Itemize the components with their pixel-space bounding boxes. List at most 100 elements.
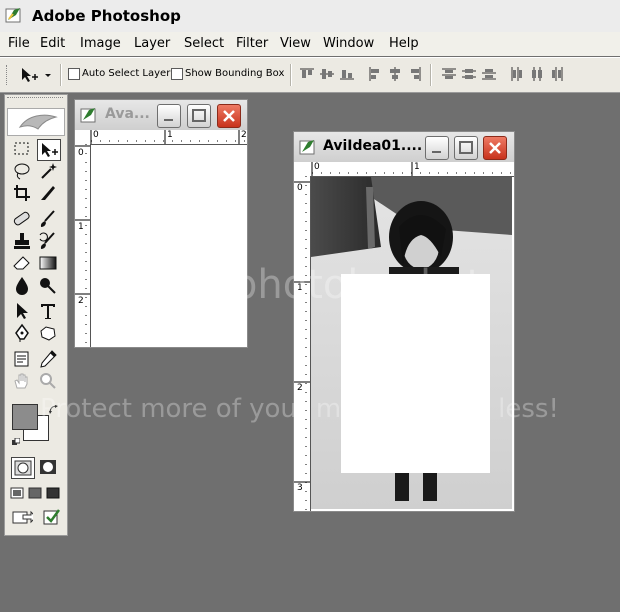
tools-panel [4, 94, 68, 536]
options-separator [290, 64, 292, 86]
lasso-icon[interactable] [11, 161, 33, 181]
menu-select[interactable]: Select [184, 36, 224, 51]
eraser-icon[interactable] [11, 253, 33, 273]
menu-edit[interactable]: Edit [40, 36, 65, 51]
photoshop-doc-icon [299, 138, 317, 156]
zoom-icon[interactable] [37, 371, 59, 391]
healing-brush-icon[interactable] [11, 209, 33, 229]
history-brush-icon[interactable] [37, 231, 59, 251]
options-separator [60, 64, 62, 86]
type-tool-icon[interactable] [37, 301, 59, 321]
full-screen-menu-mode-icon[interactable] [27, 483, 43, 503]
brush-icon[interactable] [37, 209, 59, 229]
dodge-icon[interactable] [37, 275, 59, 295]
check-icon[interactable] [41, 507, 63, 527]
hand-icon[interactable] [11, 371, 33, 391]
ruler-label: 1 [297, 283, 303, 293]
align-right-icon[interactable] [408, 67, 422, 81]
swap-colors-icon[interactable] [49, 404, 59, 414]
pen-icon[interactable] [11, 323, 33, 343]
distribute-right-icon[interactable] [550, 67, 564, 81]
auto-select-layer-label: Auto Select Layer [82, 68, 171, 79]
vertical-ruler: 0 1 2 [75, 144, 91, 347]
align-top-icon[interactable] [300, 67, 314, 81]
ruler-label: 0 [93, 130, 99, 140]
jump-to-imageready-icon[interactable] [11, 507, 37, 527]
blur-icon[interactable] [11, 275, 33, 295]
document-title-bar[interactable]: Ava... [75, 100, 247, 130]
app-title-bar: Adobe Photoshop [0, 0, 620, 33]
path-selection-icon[interactable] [11, 301, 33, 321]
menu-bar: File Edit Image Layer Select Filter View… [0, 32, 620, 56]
magic-wand-icon[interactable] [37, 161, 59, 181]
photoshop-app-icon [5, 6, 23, 24]
move-tool-icon[interactable] [37, 139, 61, 161]
menu-file[interactable]: File [8, 36, 30, 51]
rectangular-marquee-icon[interactable] [11, 139, 33, 159]
ruler-label: 0 [78, 148, 84, 158]
maximize-button[interactable] [454, 136, 478, 160]
show-bounding-box-label: Show Bounding Box [185, 68, 285, 79]
clone-stamp-icon[interactable] [11, 231, 33, 251]
ruler-label: 1 [167, 130, 173, 140]
document-window-main: AviIdea01.... 0 1 0 1 2 3 [293, 131, 515, 512]
document-title: Ava... [105, 106, 150, 122]
document-canvas[interactable] [91, 145, 245, 345]
menu-layer[interactable]: Layer [134, 36, 170, 51]
notes-icon[interactable] [11, 349, 33, 369]
eyedropper-icon[interactable] [37, 349, 59, 369]
standard-screen-mode-icon[interactable] [9, 483, 25, 503]
distribute-vertical-center-icon[interactable] [462, 67, 476, 81]
maximize-button[interactable] [187, 104, 211, 128]
move-tool-preset-icon[interactable] [18, 65, 54, 85]
document-window-small: Ava... 0 1 2 0 1 2 [74, 99, 248, 348]
minimize-button[interactable] [157, 104, 181, 128]
close-button[interactable] [483, 136, 507, 160]
default-colors-icon[interactable] [12, 435, 21, 445]
minimize-button[interactable] [425, 136, 449, 160]
ruler-label: 2 [297, 383, 303, 393]
distribute-bottom-icon[interactable] [482, 67, 496, 81]
foreground-color-swatch[interactable] [12, 404, 38, 430]
distribute-top-icon[interactable] [442, 67, 456, 81]
menu-window[interactable]: Window [323, 36, 374, 51]
tools-panel-grip[interactable] [7, 97, 63, 102]
crop-icon[interactable] [11, 183, 33, 203]
ruler-label: 0 [297, 183, 303, 193]
ruler-label: 0 [314, 162, 320, 172]
horizontal-ruler: 0 1 [294, 162, 514, 177]
auto-select-layer-checkbox[interactable] [68, 68, 80, 80]
close-button[interactable] [217, 104, 241, 128]
menu-view[interactable]: View [280, 36, 311, 51]
menu-help[interactable]: Help [389, 36, 419, 51]
custom-shape-icon[interactable] [37, 323, 59, 343]
gradient-icon[interactable] [37, 253, 59, 273]
distribute-horizontal-center-icon[interactable] [530, 67, 544, 81]
adobe-online-icon[interactable] [7, 108, 65, 136]
full-screen-mode-icon[interactable] [45, 483, 61, 503]
show-bounding-box-checkbox[interactable] [171, 68, 183, 80]
options-grip[interactable] [6, 65, 11, 85]
ruler-label: 1 [78, 222, 84, 232]
ruler-label: 3 [297, 483, 303, 493]
standard-mode-icon[interactable] [11, 457, 35, 479]
ruler-label: 2 [241, 130, 247, 140]
distribute-left-icon[interactable] [510, 67, 524, 81]
document-title-bar[interactable]: AviIdea01.... [294, 132, 514, 162]
menu-image[interactable]: Image [80, 36, 121, 51]
document-title: AviIdea01.... [323, 138, 423, 154]
align-left-icon[interactable] [368, 67, 382, 81]
ruler-label: 1 [414, 162, 420, 172]
photoshop-doc-icon [80, 106, 98, 124]
align-vertical-center-icon[interactable] [320, 67, 334, 81]
align-horizontal-center-icon[interactable] [388, 67, 402, 81]
menu-filter[interactable]: Filter [236, 36, 268, 51]
quick-mask-icon[interactable] [37, 457, 59, 477]
options-separator [430, 64, 432, 86]
app-title: Adobe Photoshop [32, 7, 181, 25]
align-bottom-icon[interactable] [340, 67, 354, 81]
slice-icon[interactable] [37, 183, 59, 203]
ruler-label: 2 [78, 296, 84, 306]
options-bar: Auto Select Layer Show Bounding Box [0, 57, 620, 93]
selection-overlay [341, 274, 490, 473]
